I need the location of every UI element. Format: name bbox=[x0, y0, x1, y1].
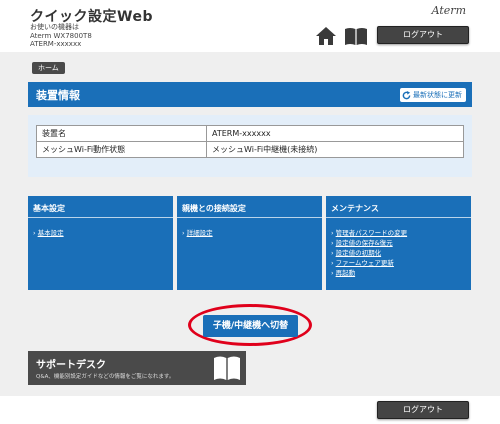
table-row: 装置名 ATERM-xxxxxx bbox=[36, 125, 464, 142]
brand-logo: Aterm bbox=[431, 4, 466, 17]
support-description: Q&A、機能別設定ガイドなどの情報をご覧になれます。 bbox=[36, 374, 175, 380]
device-info-table: 装置名 ATERM-xxxxxx メッシュWi-Fi動作状態 メッシュWi-Fi… bbox=[36, 125, 464, 158]
device-info-panel: 装置情報 最新状態に更新 装置名 ATERM-xxxxxx メッシュWi-Fi動… bbox=[28, 82, 472, 186]
breadcrumb-home[interactable]: ホーム bbox=[32, 62, 65, 74]
link-reboot[interactable]: 再起動 bbox=[336, 269, 356, 277]
list-item: 設定値の保存&復元 bbox=[331, 238, 407, 248]
device-name-label: 装置名 bbox=[36, 125, 207, 142]
link-list: 詳細設定 bbox=[182, 228, 213, 238]
device-info-header: 装置情報 最新状態に更新 bbox=[28, 82, 472, 107]
category-title: 親機との接続設定 bbox=[182, 204, 246, 213]
page-header: クイック設定Web お使いの機器は Aterm WX7800T8 ATERM-x… bbox=[0, 0, 500, 52]
open-book-icon bbox=[214, 356, 240, 380]
link-save-restore[interactable]: 設定値の保存&復元 bbox=[336, 239, 393, 247]
list-item: 詳細設定 bbox=[182, 228, 213, 238]
support-desk-banner[interactable]: サポートデスク Q&A、機能別設定ガイドなどの情報をご覧になれます。 bbox=[28, 351, 246, 385]
link-basic-settings[interactable]: 基本設定 bbox=[38, 229, 64, 237]
device-name-value: ATERM-xxxxxx bbox=[206, 125, 464, 142]
link-admin-password[interactable]: 管理者パスワードの変更 bbox=[336, 229, 408, 237]
list-item: 設定値の初期化 bbox=[331, 248, 407, 258]
refresh-status-label: 最新状態に更新 bbox=[413, 91, 462, 99]
link-detail-settings[interactable]: 詳細設定 bbox=[187, 229, 213, 237]
table-row: メッシュWi-Fi動作状態 メッシュWi-Fi中継機(未接続) bbox=[36, 141, 464, 158]
home-icon[interactable] bbox=[316, 27, 336, 45]
link-firmware-update[interactable]: ファームウェア更新 bbox=[336, 259, 394, 267]
list-item: 管理者パスワードの変更 bbox=[331, 228, 408, 238]
device-info-title: 装置情報 bbox=[36, 89, 80, 102]
device-summary: お使いの機器は Aterm WX7800T8 ATERM-xxxxxx bbox=[30, 23, 92, 49]
link-list: 基本設定 bbox=[33, 228, 64, 238]
device-model: Aterm WX7800T8 bbox=[30, 31, 92, 40]
divider bbox=[28, 217, 173, 218]
category-title: 基本設定 bbox=[33, 204, 65, 213]
category-title: メンテナンス bbox=[331, 204, 379, 213]
logout-button-footer[interactable]: ログアウト bbox=[377, 401, 469, 419]
mesh-status-label: メッシュWi-Fi動作状態 bbox=[36, 141, 207, 158]
divider bbox=[177, 217, 322, 218]
category-parent-connection: 親機との接続設定 詳細設定 bbox=[177, 196, 322, 290]
logout-button[interactable]: ログアウト bbox=[377, 26, 469, 44]
support-title: サポートデスク bbox=[36, 360, 106, 371]
link-initialize[interactable]: 設定値の初期化 bbox=[336, 249, 382, 257]
divider bbox=[326, 217, 471, 218]
list-item: 基本設定 bbox=[33, 228, 64, 238]
refresh-status-button[interactable]: 最新状態に更新 bbox=[400, 88, 466, 102]
device-info-body: 装置名 ATERM-xxxxxx メッシュWi-Fi動作状態 メッシュWi-Fi… bbox=[28, 115, 472, 177]
link-list: 管理者パスワードの変更 設定値の保存&復元 設定値の初期化 ファームウェア更新 … bbox=[331, 228, 408, 278]
device-name: ATERM-xxxxxx bbox=[30, 40, 82, 48]
category-maintenance: メンテナンス 管理者パスワードの変更 設定値の保存&復元 設定値の初期化 ファー… bbox=[326, 196, 471, 290]
switch-mode-button[interactable]: 子機/中継機へ切替 bbox=[203, 315, 298, 337]
device-summary-line: お使いの機器は bbox=[30, 23, 79, 31]
mesh-status-value: メッシュWi-Fi中継機(未接続) bbox=[206, 141, 464, 158]
refresh-icon bbox=[402, 90, 411, 99]
manual-book-icon[interactable] bbox=[344, 27, 368, 45]
category-basic-settings: 基本設定 基本設定 bbox=[28, 196, 173, 290]
list-item: 再起動 bbox=[331, 268, 407, 278]
list-item: ファームウェア更新 bbox=[331, 258, 407, 268]
